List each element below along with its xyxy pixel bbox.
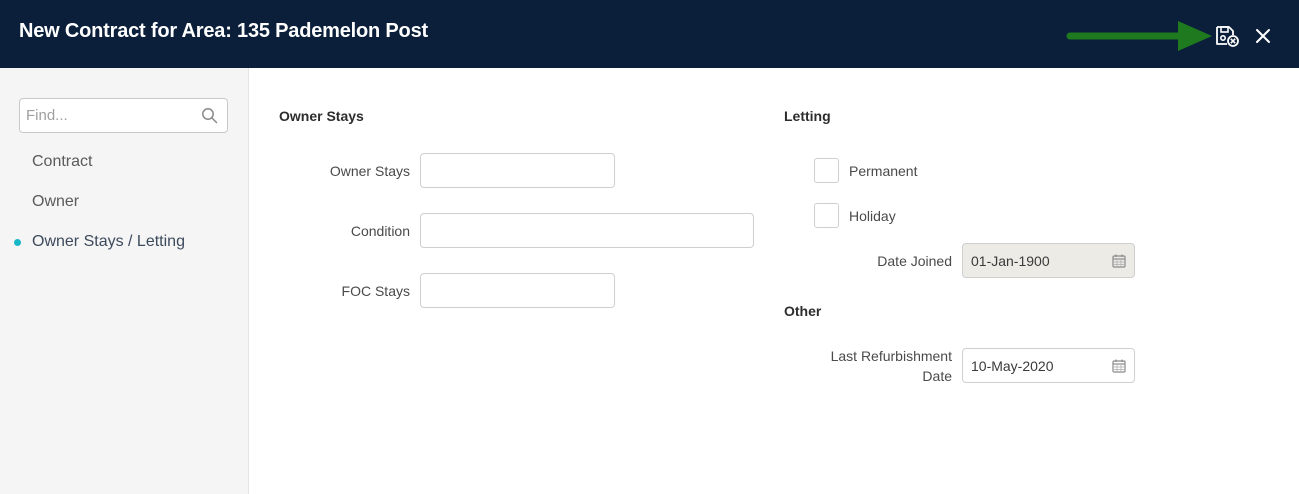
sidebar-item-contract[interactable]: Contract [32,153,92,171]
find-input[interactable] [20,99,200,132]
holiday-checkbox[interactable] [814,203,839,228]
save-button[interactable] [1213,22,1241,50]
permanent-checkbox[interactable] [814,158,839,183]
active-indicator-dot [14,239,21,246]
foc-stays-label: FOC Stays [341,283,410,299]
letting-section-title: Letting [784,108,831,124]
sidebar-item-owner[interactable]: Owner [32,193,79,211]
calendar-icon[interactable] [1112,359,1126,373]
find-box [19,98,228,133]
other-section-title: Other [784,303,822,319]
annotation-arrow [1066,21,1212,51]
calendar-icon [1112,254,1126,268]
sidebar: Contract Owner Owner Stays / Letting [0,68,249,494]
owner-stays-section-title: Owner Stays [279,108,364,124]
foc-stays-input[interactable] [420,273,615,308]
close-button[interactable] [1249,22,1277,50]
permanent-label: Permanent [849,163,918,179]
search-icon[interactable] [201,107,218,124]
last-refurbishment-label-line2: Date [922,368,952,384]
last-refurbishment-date-field[interactable]: 10-May-2020 [962,348,1135,383]
date-joined-field: 01-Jan-1900 [962,243,1135,278]
date-joined-label: Date Joined [877,253,952,269]
condition-input[interactable] [420,213,754,248]
sidebar-item-owner-stays-letting[interactable]: Owner Stays / Letting [32,233,185,251]
condition-label: Condition [350,223,410,239]
save-cancel-icon [1216,26,1239,47]
holiday-label: Holiday [849,208,896,224]
dialog-header: New Contract for Area: 135 Pademelon Pos… [0,0,1299,68]
close-icon [1256,29,1270,43]
owner-stays-input[interactable] [420,153,615,188]
dialog-title: New Contract for Area: 135 Pademelon Pos… [19,20,428,42]
last-refurbishment-date-value: 10-May-2020 [971,358,1054,374]
last-refurbishment-label-line1: Last Refurbishment [830,348,952,364]
date-joined-value: 01-Jan-1900 [971,253,1050,269]
owner-stays-label: Owner Stays [329,163,410,179]
